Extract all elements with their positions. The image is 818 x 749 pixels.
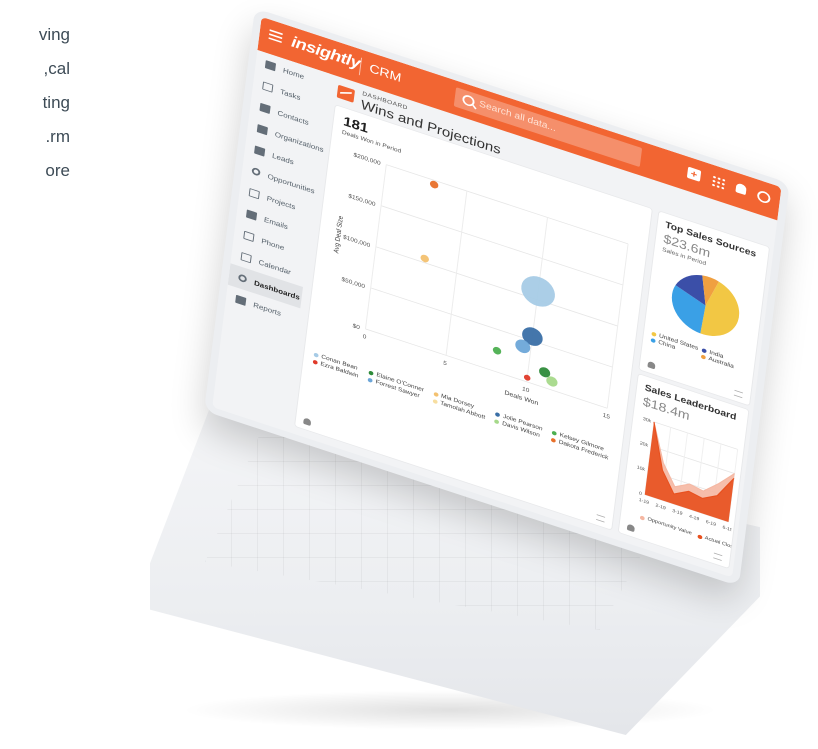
tasks-icon <box>262 81 274 93</box>
y-tick-label: $200,000 <box>353 152 381 167</box>
search-placeholder: Search all data... <box>478 99 557 134</box>
legend-swatch <box>650 337 656 344</box>
sources-pie-chart <box>671 275 740 336</box>
legend-swatch <box>433 391 439 398</box>
x-tick-label: 0 <box>362 333 367 341</box>
x-tick-label: 6-19 <box>705 519 716 528</box>
gridline <box>653 421 738 450</box>
y-tick-label: 0 <box>639 491 643 497</box>
sidebar-item-label: Leads <box>271 150 295 166</box>
sidebar-item-label: Emails <box>263 214 289 231</box>
gridline <box>445 190 468 356</box>
legend-swatch <box>700 354 706 360</box>
gridline <box>381 205 623 286</box>
dashboard-chart-icon <box>336 84 356 103</box>
legend-swatch <box>368 370 374 376</box>
gridline <box>386 164 629 245</box>
x-tick-label: 1-19 <box>638 497 649 506</box>
emails-icon <box>245 209 258 221</box>
phone-icon <box>243 230 255 242</box>
x-tick-label: 15 <box>602 412 611 421</box>
legend-swatch <box>313 352 319 358</box>
gridline <box>606 243 629 409</box>
wins-scatter-chart: $0 $50,000 $100,000 $150,000 $200,000 0 5 10 15 D… <box>333 152 629 421</box>
marketing-line: ting <box>42 93 70 112</box>
legend-swatch <box>494 419 500 425</box>
leaderboard-card: Sales Leaderboard $18.4m 0 10k 20k 30k 1-19 2… <box>618 374 749 569</box>
marketing-line: rm. <box>45 127 70 146</box>
leads-icon <box>254 145 266 157</box>
x-tick-label: 4-19 <box>689 514 700 523</box>
y-tick-label: 20k <box>639 441 648 449</box>
reports-icon <box>235 294 247 306</box>
user-icon[interactable] <box>756 189 772 205</box>
sidebar-item-label: Reports <box>252 300 282 318</box>
sidebar-item-label: Home <box>282 65 305 81</box>
laptop-lid: insightly CRM Search all data... + Home … <box>204 8 818 587</box>
y-tick-label: $50,000 <box>341 276 366 290</box>
legend-swatch <box>495 411 501 418</box>
gridline <box>370 287 613 368</box>
top-bar-actions: + <box>686 166 772 205</box>
y-tick-label: 30k <box>643 416 652 424</box>
home-icon <box>264 59 277 71</box>
x-tick-label: 5 <box>443 360 448 368</box>
opportunities-icon <box>251 166 261 177</box>
x-tick-label: 2-19 <box>655 503 666 512</box>
legend-swatch <box>312 359 318 365</box>
sources-card: Top Sales Sources $23.6m Sales in Period… <box>639 211 770 406</box>
x-tick-label: 10 <box>522 386 531 395</box>
hamburger-menu-icon[interactable] <box>268 29 283 44</box>
bell-icon[interactable] <box>735 182 747 196</box>
legend-swatch <box>551 430 558 437</box>
user-filter-icon[interactable] <box>647 360 656 370</box>
list-view-icon[interactable] <box>733 389 743 399</box>
apps-grid-icon[interactable] <box>711 174 726 190</box>
y-tick-label: $100,000 <box>343 234 371 249</box>
marketing-line: ore <box>45 161 70 180</box>
sidebar-item-label: Projects <box>266 193 296 211</box>
legend-swatch <box>651 331 657 337</box>
legend-swatch <box>432 398 438 405</box>
list-view-icon[interactable] <box>713 552 723 561</box>
y-tick-label: $0 <box>352 323 361 332</box>
sidebar-item-label: Tasks <box>279 86 302 102</box>
marketing-line: cal, <box>43 59 70 78</box>
scatter-point <box>492 346 502 355</box>
x-tick-label: 3-19 <box>672 508 683 517</box>
scatter-point <box>521 276 555 307</box>
plus-icon[interactable]: + <box>686 166 702 182</box>
gridline <box>375 246 618 327</box>
gridline <box>365 328 608 409</box>
legend-swatch <box>551 437 557 444</box>
user-filter-icon[interactable] <box>303 417 312 427</box>
wins-card: 181 Deals Won in Period $0 $50,000 $100,00… <box>295 105 652 530</box>
projects-icon <box>248 187 260 199</box>
laptop-screen: insightly CRM Search all data... + Home … <box>204 8 790 587</box>
x-axis-label: Deals Won <box>504 390 539 407</box>
dashboards-icon <box>237 273 248 284</box>
module-name: CRM <box>368 61 403 86</box>
sidebar-item-label: Phone <box>260 236 285 252</box>
legend-swatch <box>697 533 703 540</box>
calendar-icon <box>240 251 252 263</box>
user-filter-icon[interactable] <box>626 523 635 533</box>
y-tick-label: $150,000 <box>348 193 376 208</box>
legend-swatch <box>701 347 707 354</box>
scatter-point <box>523 374 531 381</box>
sidebar-item-label: Contacts <box>277 108 310 127</box>
y-tick-label: 10k <box>636 465 645 473</box>
legend-swatch <box>367 377 373 384</box>
list-view-icon[interactable] <box>596 514 606 523</box>
x-tick-label: 6-19 <box>722 525 733 534</box>
marketing-line: ving <box>38 25 70 44</box>
leaderboard-area-chart: 0 10k 20k 30k 1-19 2-19 3-19 4-19 6-19 6-19 <box>636 416 739 534</box>
legend-swatch <box>639 514 645 521</box>
marketing-text: ving cal, ting rm. ore <box>0 18 70 188</box>
organizations-icon <box>256 123 269 135</box>
search-icon <box>461 93 476 108</box>
contacts-icon <box>259 102 271 114</box>
crm-app: insightly CRM Search all data... + Home … <box>212 16 782 578</box>
